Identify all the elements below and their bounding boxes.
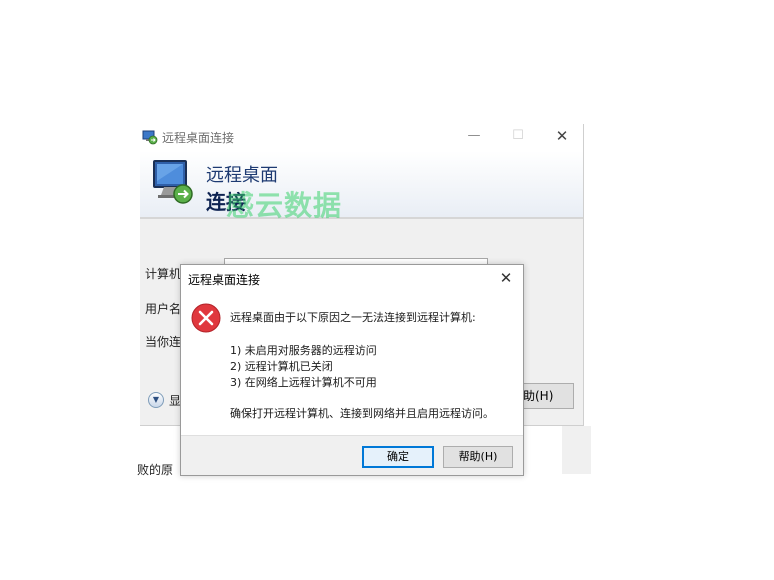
ok-button[interactable]: 确定: [362, 446, 434, 468]
close-button[interactable]: ✕: [540, 124, 583, 150]
minimize-button[interactable]: —: [452, 124, 496, 150]
reason-item: 1) 未启用对服务器的远程访问: [230, 344, 377, 357]
help-button-label: 助(H): [523, 389, 554, 403]
reason-item: 3) 在网络上远程计算机不可用: [230, 376, 377, 389]
help-button[interactable]: 帮助(H): [443, 446, 513, 468]
background-text: 败的原: [137, 463, 174, 477]
username-label: 用户名: [145, 302, 182, 316]
error-dialog: 远程桌面连接 ✕ 远程桌面由于以下原因之一无法连接到远程计算机: 1) 未启用对…: [180, 264, 524, 476]
computer-label: 计算机: [145, 267, 182, 281]
window-title: 远程桌面连接: [162, 131, 235, 145]
chevron-down-icon[interactable]: ▼: [148, 392, 164, 408]
reason-item: 2) 远程计算机已关闭: [230, 360, 333, 373]
watermark: 感云数据: [226, 189, 343, 222]
title-bar: 远程桌面连接 — ☐ ✕: [140, 124, 583, 151]
remote-desktop-icon: [142, 130, 158, 145]
monitor-icon: [153, 160, 193, 204]
background-panel: [562, 426, 591, 474]
dialog-footer: 确定 帮助(H): [181, 435, 523, 475]
maximize-button[interactable]: ☐: [496, 124, 540, 150]
error-icon: [191, 303, 221, 333]
connect-note-label: 当你连: [145, 335, 182, 349]
error-message-header: 远程桌面由于以下原因之一无法连接到远程计算机:: [230, 311, 476, 324]
banner: 远程桌面 连接 感云数据: [140, 151, 583, 222]
dialog-close-button[interactable]: ✕: [495, 268, 517, 288]
dialog-title: 远程桌面连接: [188, 273, 261, 287]
advice-text: 确保打开远程计算机、连接到网络并且启用远程访问。: [230, 407, 494, 420]
